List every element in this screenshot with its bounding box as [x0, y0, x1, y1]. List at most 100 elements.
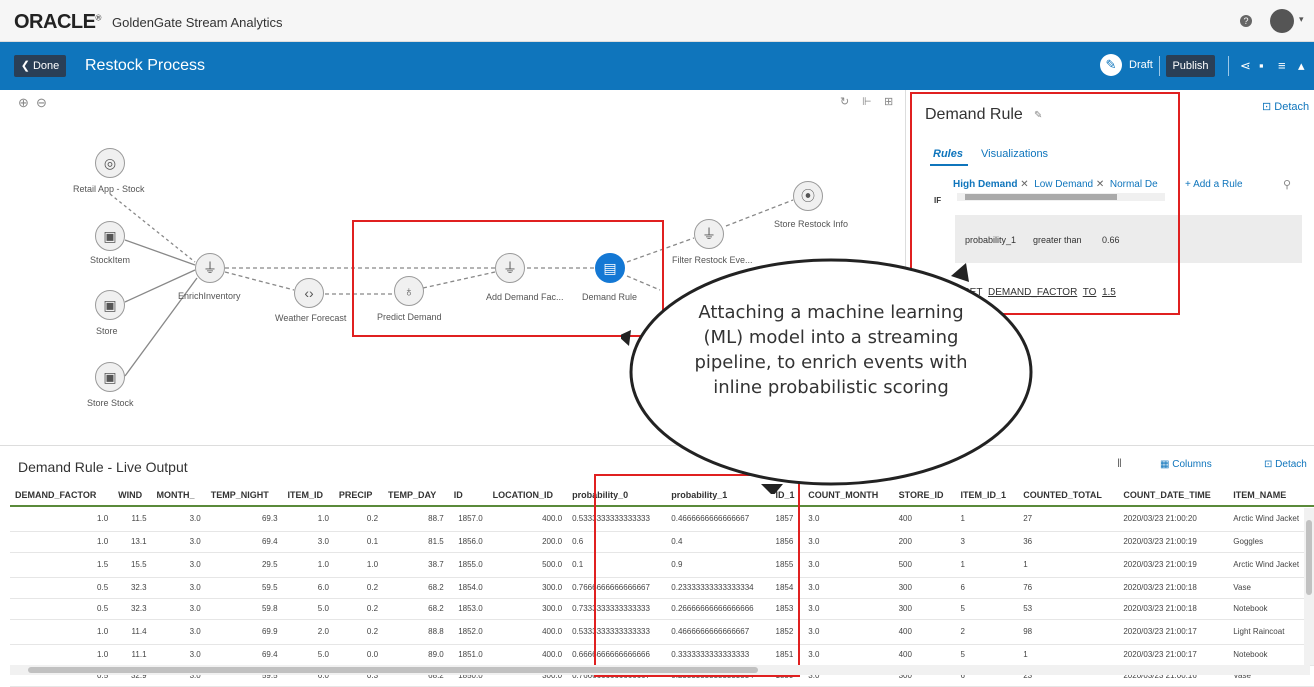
detach-label: Detach	[1274, 101, 1310, 113]
edit-pencil-icon: ✎	[1100, 54, 1122, 76]
table-cell: Arctic Wind Jacket	[1228, 552, 1314, 578]
column-header[interactable]: COUNT_DATE_TIME	[1118, 484, 1229, 507]
toolbar-divider	[1159, 56, 1160, 76]
node-label: Store	[96, 326, 118, 336]
column-header[interactable]: TEMP_NIGHT	[205, 484, 283, 507]
list-icon[interactable]: ≡	[1278, 58, 1286, 73]
table-cell: 200.0	[487, 531, 568, 553]
table-cell: 5	[955, 598, 1019, 620]
table-cell: 13.1	[113, 531, 152, 553]
table-cell: 200	[893, 531, 956, 553]
node-label: Retail App - Stock	[73, 184, 145, 194]
columns-label: Columns	[1172, 459, 1212, 470]
done-label: Done	[32, 60, 60, 72]
column-header[interactable]: WIND	[113, 484, 152, 507]
table-cell: 1.0	[10, 644, 114, 666]
table-cell: 3	[955, 531, 1019, 553]
table-cell: 3.0	[151, 577, 206, 599]
table-cell: 1.0	[282, 506, 334, 532]
table-cell: 69.4	[205, 644, 283, 666]
table-cell: 88.8	[383, 619, 449, 645]
table-cell: 1.0	[282, 552, 334, 578]
table-cell: 1856.0	[448, 531, 488, 553]
table-cell: 400.0	[487, 506, 568, 532]
table-cell: 1854.0	[448, 577, 488, 599]
column-header[interactable]: LOCATION_ID	[487, 484, 568, 507]
column-header[interactable]: DEMAND_FACTOR	[10, 484, 114, 507]
node-label: Store Stock	[87, 398, 134, 408]
product-name: GoldenGate Stream Analytics	[112, 15, 283, 30]
table-cell: 0.2	[333, 506, 384, 532]
detach-icon: ⊡	[1262, 101, 1275, 113]
table-cell: 1857.0	[448, 506, 488, 532]
table-cell: 11.4	[113, 619, 152, 645]
table-cell: 32.3	[113, 577, 152, 599]
table-cell: 400	[893, 644, 956, 666]
store-stock-node[interactable]: ▣	[95, 362, 125, 392]
weather-forecast-node[interactable]: ‹›	[294, 278, 324, 308]
detach-output-button[interactable]: ⊡ Detach	[1264, 459, 1307, 470]
table-cell: 1.0	[333, 552, 384, 578]
table-cell: 69.4	[205, 531, 283, 553]
chevron-down-icon[interactable]: ▾	[1299, 14, 1304, 25]
enrichinventory-node[interactable]: ⏚	[195, 253, 225, 283]
done-button[interactable]: ❮ Done	[14, 55, 66, 77]
node-label: Weather Forecast	[275, 313, 347, 323]
table-cell: 1.0	[10, 619, 114, 645]
store-node[interactable]: ▣	[95, 290, 125, 320]
table-cell: 98	[1018, 619, 1119, 645]
detach-label: Detach	[1275, 459, 1307, 470]
table-cell: 3.0	[151, 552, 206, 578]
table-cell: 3.0	[803, 598, 894, 620]
detach-button[interactable]: ⊡ Detach	[1262, 100, 1309, 113]
table-cell: 0.5	[10, 577, 114, 599]
bookmark-icon[interactable]: ▪	[1259, 58, 1264, 73]
table-cell: 1855.0	[448, 552, 488, 578]
table-cell: 68.2	[383, 598, 449, 620]
pause-icon[interactable]: ‖	[1117, 456, 1122, 470]
help-icon[interactable]: ?	[1240, 15, 1252, 27]
table-cell: 500	[893, 552, 956, 578]
column-header[interactable]: ID	[448, 484, 488, 507]
table-cell: 5.0	[282, 644, 334, 666]
horizontal-scrollbar-thumb[interactable]	[28, 667, 758, 673]
column-header[interactable]: ITEM_NAME	[1228, 484, 1314, 507]
table-cell: 400	[893, 506, 956, 532]
table-cell: 2020/03/23 21:00:17	[1118, 644, 1229, 666]
column-header[interactable]: MONTH_	[151, 484, 206, 507]
table-cell: Arctic Wind Jacket	[1228, 506, 1314, 532]
table-cell: 2020/03/23 21:00:19	[1118, 552, 1229, 578]
toolbar-divider-2	[1228, 56, 1229, 76]
retail-app-stock-node[interactable]: ◎	[95, 148, 125, 178]
column-header[interactable]: TEMP_DAY	[383, 484, 449, 507]
table-cell: 3.0	[282, 531, 334, 553]
table-cell: 300.0	[487, 577, 568, 599]
share-icon[interactable]: ⋖	[1240, 58, 1251, 74]
table-cell: Notebook	[1228, 598, 1314, 620]
table-cell: 69.3	[205, 506, 283, 532]
add-rule-button[interactable]: + Add a Rule	[1185, 179, 1243, 190]
publish-button[interactable]: Publish	[1166, 55, 1215, 77]
vertical-scrollbar-thumb[interactable]	[1306, 520, 1312, 595]
table-cell: 400.0	[487, 619, 568, 645]
table-cell: 500.0	[487, 552, 568, 578]
columns-icon: ▦	[1160, 459, 1173, 470]
filter-icon[interactable]: ⚲	[1283, 178, 1291, 191]
table-cell: Notebook	[1228, 644, 1314, 666]
user-avatar-icon[interactable]	[1270, 9, 1294, 33]
table-cell: 29.5	[205, 552, 283, 578]
table-cell: 11.5	[113, 506, 152, 532]
settings-icon[interactable]: ▴	[1298, 58, 1305, 74]
column-header[interactable]: PRECIP	[333, 484, 384, 507]
store-restock-info-node[interactable]: ⦿	[793, 181, 823, 211]
table-cell: 2020/03/23 21:00:20	[1118, 506, 1229, 532]
node-label: Store Restock Info	[774, 219, 849, 229]
columns-button[interactable]: ▦ Columns	[1160, 459, 1212, 470]
oracle-logo: ORACLE®	[14, 11, 101, 33]
draft-status: Draft	[1129, 59, 1153, 71]
table-cell: 2.0	[282, 619, 334, 645]
filter-restock-events-node[interactable]: ⏚	[694, 219, 724, 249]
table-cell: 0.2	[333, 619, 384, 645]
stockitem-node[interactable]: ▣	[95, 221, 125, 251]
column-header[interactable]: ITEM_ID	[282, 484, 334, 507]
